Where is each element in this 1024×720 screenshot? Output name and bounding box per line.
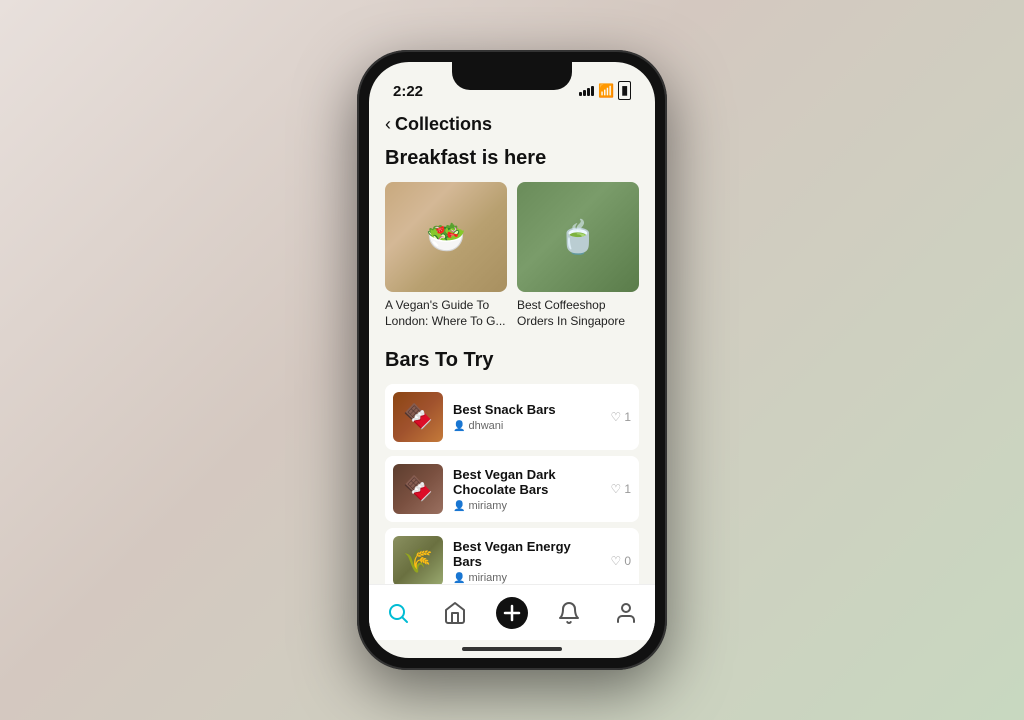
card-coffeeshop-sg-image <box>517 182 639 292</box>
tab-profile[interactable] <box>606 593 646 633</box>
list-thumb-energy <box>393 536 443 584</box>
list-thumb-snack <box>393 392 443 442</box>
card-coffeeshop-sg[interactable]: Best Coffeeshop Orders In Singapore <box>517 182 639 329</box>
nav-title: Collections <box>395 114 492 135</box>
tab-home[interactable] <box>435 593 475 633</box>
battery-icon: ▮ <box>618 81 631 100</box>
list-like-snack[interactable]: ♡ 1 <box>611 410 631 424</box>
heart-icon: ♡ <box>611 410 622 424</box>
tab-add[interactable] <box>492 593 532 633</box>
add-button[interactable] <box>496 597 528 629</box>
phone-screen: 2:22 📶 ▮ ‹ Collections Breakfas <box>369 62 655 658</box>
list-thumb-dark-choc <box>393 464 443 514</box>
section-bars-title: Bars To Try <box>385 349 639 372</box>
back-chevron-icon: ‹ <box>385 114 391 135</box>
card-vegan-london-label: A Vegan's Guide To London: Where To G... <box>385 298 507 329</box>
person-icon <box>453 420 465 432</box>
card-vegan-london[interactable]: A Vegan's Guide To London: Where To G... <box>385 182 507 329</box>
list-author-energy: miriamy <box>453 572 601 584</box>
heart-icon: ♡ <box>611 554 622 568</box>
bars-list: Best Snack Bars dhwani ♡ 1 <box>385 384 639 584</box>
list-item-snack-bars[interactable]: Best Snack Bars dhwani ♡ 1 <box>385 384 639 450</box>
phone-device: 2:22 📶 ▮ ‹ Collections Breakfas <box>357 50 667 670</box>
section-breakfast-title: Breakfast is here <box>385 147 639 170</box>
list-author-dark-choc: miriamy <box>453 500 601 512</box>
signal-icon <box>579 86 594 96</box>
tab-bar <box>369 584 655 640</box>
status-icons: 📶 ▮ <box>579 81 631 100</box>
list-like-energy[interactable]: ♡ 0 <box>611 554 631 568</box>
tab-search[interactable] <box>378 593 418 633</box>
card-coffeeshop-sg-label: Best Coffeeshop Orders In Singapore <box>517 298 639 329</box>
person-icon <box>453 500 465 512</box>
list-author-snack: dhwani <box>453 420 601 432</box>
person-icon <box>453 572 465 584</box>
home-indicator <box>369 640 655 658</box>
list-info-dark-choc: Best Vegan Dark Chocolate Bars miriamy <box>453 467 601 512</box>
list-info-energy: Best Vegan Energy Bars miriamy <box>453 539 601 584</box>
home-indicator-bar <box>462 647 562 651</box>
tab-notifications[interactable] <box>549 593 589 633</box>
nav-header: ‹ Collections <box>369 106 655 143</box>
list-item-energy-bars[interactable]: Best Vegan Energy Bars miriamy ♡ 0 <box>385 528 639 584</box>
card-vegan-london-image <box>385 182 507 292</box>
list-info-snack: Best Snack Bars dhwani <box>453 402 601 432</box>
list-like-dark-choc[interactable]: ♡ 1 <box>611 482 631 496</box>
list-title-energy: Best Vegan Energy Bars <box>453 539 601 569</box>
list-item-dark-choc[interactable]: Best Vegan Dark Chocolate Bars miriamy ♡… <box>385 456 639 522</box>
main-content: Breakfast is here A Vegan's Guide To Lon… <box>369 143 655 584</box>
breakfast-grid: A Vegan's Guide To London: Where To G...… <box>385 182 639 329</box>
back-button[interactable]: ‹ Collections <box>385 114 492 135</box>
phone-notch <box>452 62 572 90</box>
status-time: 2:22 <box>393 83 423 100</box>
list-title-snack: Best Snack Bars <box>453 402 601 417</box>
heart-icon: ♡ <box>611 482 622 496</box>
wifi-icon: 📶 <box>598 83 614 99</box>
list-title-dark-choc: Best Vegan Dark Chocolate Bars <box>453 467 601 497</box>
